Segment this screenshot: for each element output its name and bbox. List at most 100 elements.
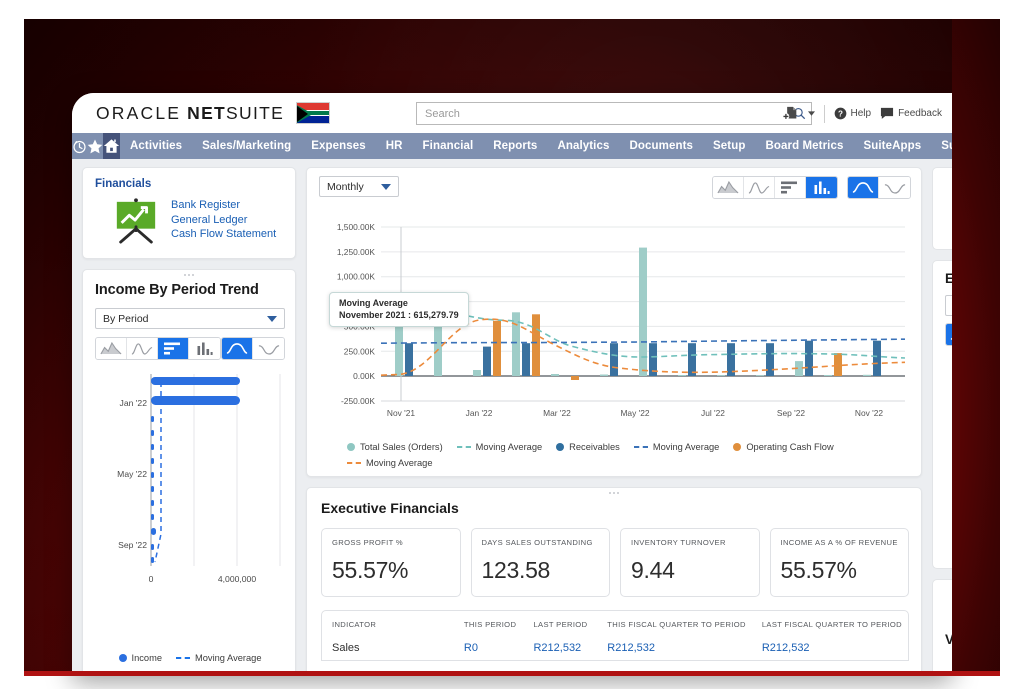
legend-dash-moving-average-cash-flow (347, 462, 361, 464)
chart-type-group (95, 337, 221, 360)
legend-label-moving-average-cash-flow: Moving Average (366, 458, 433, 468)
horizontal-bar-chart-icon[interactable] (158, 338, 189, 359)
svg-text:Jul '22: Jul '22 (701, 408, 725, 418)
link-bank-register[interactable]: Bank Register (171, 198, 276, 213)
svg-text:1,000.00K: 1,000.00K (337, 272, 376, 282)
quick-add-caret-icon[interactable] (807, 111, 815, 116)
chevron-down-icon (267, 315, 277, 322)
nav-item-analytics[interactable]: Analytics (547, 133, 619, 159)
main-navigation: Activities Sales/Marketing Expenses HR F… (72, 133, 952, 159)
legend-label-moving-average-sales: Moving Average (475, 442, 543, 452)
netsuite-logo[interactable]: ORACLE NETSUITE (84, 102, 331, 124)
kpi-value-income-percent-revenue: 55.57% (780, 557, 858, 583)
kpi-days-sales-outstanding[interactable]: DAYS SALES OUTSTANDING 123.58 (470, 528, 610, 597)
portlet-drag-handle[interactable] (184, 274, 194, 276)
smoothing-group (221, 337, 285, 360)
legend-dash-moving-average (176, 657, 190, 659)
portlet-drag-handle[interactable] (609, 492, 619, 494)
kpi-value-gross-profit: 55.57% (332, 557, 409, 583)
cell-last-period[interactable]: R212,532 (523, 636, 597, 660)
nav-item-activities[interactable]: Activities (120, 133, 192, 159)
quick-add-icon[interactable] (782, 106, 799, 121)
vertical-bar-chart-icon[interactable] (806, 177, 837, 198)
kpi-inventory-turnover[interactable]: INVENTORY TURNOVER 9.44 (620, 528, 760, 597)
home-icon[interactable] (103, 133, 120, 159)
vertical-bar-chart-icon[interactable] (189, 338, 220, 359)
help-icon: ? (834, 107, 846, 120)
col-this-fiscal-quarter: THIS FISCAL QUARTER TO PERIOD (607, 620, 746, 629)
table-row[interactable]: Sales R0 R212,532 R212,532 R212,532 (322, 636, 908, 660)
backdrop-bottom-accent (24, 671, 1000, 676)
smooth-curve-icon[interactable] (222, 338, 253, 359)
legend-dot-total-sales (347, 443, 355, 451)
col-last-period: LAST PERIOD (533, 620, 588, 629)
favorites-icon[interactable] (87, 133, 103, 159)
legend-item-moving-average-receivables[interactable]: Moving Average (633, 442, 719, 452)
nav-item-board-metrics[interactable]: Board Metrics (755, 133, 853, 159)
income-chart-type-toggles (95, 337, 285, 360)
south-africa-flag-icon (296, 102, 331, 124)
help-action[interactable]: ? Help (834, 107, 871, 120)
nav-item-expenses[interactable]: Expenses (301, 133, 376, 159)
legend-item-moving-average[interactable]: Moving Average (176, 653, 262, 663)
income-trend-chart-svg: Jan '22 May '22 Sep '22 0 4,000,000 (117, 374, 281, 584)
legend-item-moving-average-sales[interactable]: Moving Average (456, 442, 543, 452)
feedback-action[interactable]: Feedback (880, 107, 942, 120)
monthly-select[interactable]: Monthly (319, 176, 399, 197)
cell-last-fiscal-quarter[interactable]: R212,532 (752, 636, 908, 660)
legend-dot-income (118, 654, 127, 662)
dashboard-middle-column: Monthly 1,500.00K 1,250.00K 1,000.00K 25… (306, 167, 922, 676)
cell-this-fiscal-quarter[interactable]: R212,532 (597, 636, 752, 660)
nav-item-sales-marketing[interactable]: Sales/Marketing (192, 133, 301, 159)
legend-item-income[interactable]: Income (118, 653, 162, 663)
cell-this-period[interactable]: R0 (454, 636, 524, 660)
kpi-gross-profit[interactable]: GROSS PROFIT % 55.57% (321, 528, 461, 597)
col-indicator: INDICATOR (332, 620, 377, 629)
area-chart-icon[interactable] (96, 338, 127, 359)
nav-item-hr[interactable]: HR (376, 133, 413, 159)
horizontal-bar-chart-icon[interactable] (775, 177, 806, 198)
svg-text:-250.00K: -250.00K (341, 396, 375, 406)
nav-item-support[interactable]: Support (931, 133, 952, 159)
period-select[interactable]: By Period (95, 308, 285, 329)
line-chart-icon[interactable] (127, 338, 158, 359)
legend-item-moving-average-cash-flow[interactable]: Moving Average (347, 458, 433, 468)
chart-tooltip: Moving Average November 2021 : 615,279.7… (329, 292, 469, 327)
svg-text:250.00K: 250.00K (344, 346, 376, 356)
right-portlet-select[interactable]: By (945, 295, 952, 317)
chevron-down-icon (381, 183, 391, 190)
tooltip-series-name: Moving Average (339, 298, 408, 308)
area-chart-icon[interactable] (713, 177, 744, 198)
nav-item-setup[interactable]: Setup (703, 133, 755, 159)
financials-portlet: Financials Bank Register General Ledger … (82, 167, 296, 259)
smooth-curve-icon[interactable] (848, 177, 879, 198)
spline-curve-icon[interactable] (879, 177, 910, 198)
screenshot-stage: ORACLE NETSUITE Search ? Help Feedback A… (0, 0, 1024, 689)
period-select-value: By Period (103, 312, 149, 325)
kpi-income-percent-revenue[interactable]: INCOME AS A % OF REVENUE 55.57% (769, 528, 909, 597)
nav-item-financial[interactable]: Financial (413, 133, 484, 159)
spline-curve-icon[interactable] (253, 338, 284, 359)
link-cash-flow-statement[interactable]: Cash Flow Statement (171, 227, 276, 242)
feedback-icon (881, 107, 894, 119)
brand-net: NET (187, 102, 227, 123)
kpi-cards: GROSS PROFIT % 55.57% DAYS SALES OUTSTAN… (321, 528, 909, 597)
search-input[interactable] (417, 103, 787, 124)
recent-records-icon[interactable] (72, 133, 87, 159)
line-chart-icon[interactable] (744, 177, 775, 198)
legend-item-total-sales[interactable]: Total Sales (Orders) (347, 442, 443, 452)
nav-item-suiteapps[interactable]: SuiteApps (853, 133, 931, 159)
netsuite-app-window: ORACLE NETSUITE Search ? Help Feedback A… (72, 93, 952, 676)
brand-suite: SUITE (226, 102, 285, 123)
nav-item-documents[interactable]: Documents (619, 133, 703, 159)
legend-dash-moving-average-receivables (633, 446, 648, 448)
svg-text:May '22: May '22 (620, 408, 649, 418)
legend-item-receivables[interactable]: Receivables (556, 442, 620, 452)
main-chart-portlet: Monthly 1,500.00K 1,250.00K 1,000.00K 25… (306, 167, 922, 477)
global-search[interactable] (416, 102, 812, 125)
right-portlet-title: Ex (945, 271, 952, 286)
legend-label-moving-average: Moving Average (195, 653, 262, 663)
nav-item-reports[interactable]: Reports (483, 133, 547, 159)
link-general-ledger[interactable]: General Ledger (171, 213, 276, 228)
legend-item-operating-cash-flow[interactable]: Operating Cash Flow (733, 442, 834, 452)
